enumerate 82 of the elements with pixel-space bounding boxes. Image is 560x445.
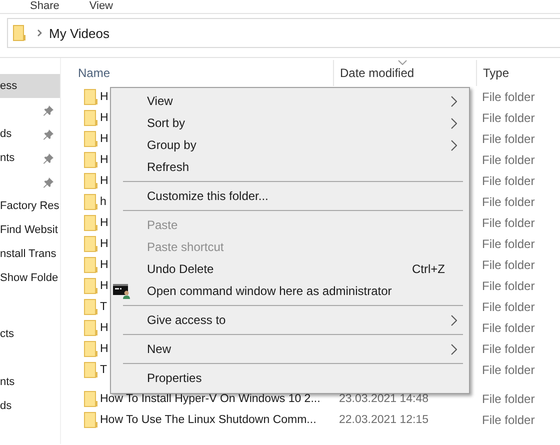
folder-icon: [84, 88, 98, 104]
type-cell: File folder: [482, 362, 535, 376]
ribbon-tab[interactable]: Share: [30, 0, 60, 13]
type-cell: File folder: [482, 110, 535, 124]
shortcut-text: Ctrl+Z: [412, 262, 445, 276]
address-bar[interactable]: My Videos: [7, 18, 560, 48]
folder-icon: [84, 152, 98, 168]
folder-icon: [84, 278, 98, 294]
type-cell: File folder: [482, 320, 535, 334]
sort-caret-icon: [398, 60, 407, 65]
folder-icon: [84, 320, 98, 336]
menu-item[interactable]: Undo Delete Ctrl+Z: [111, 258, 469, 280]
command-prompt-icon: [113, 283, 131, 299]
type-cell: File folder: [482, 216, 535, 230]
sidebar-item[interactable]: nts: [0, 146, 60, 170]
file-name[interactable]: H: [100, 280, 108, 292]
column-header[interactable]: Type: [476, 60, 510, 86]
type-cell: File folder: [482, 258, 535, 272]
file-name[interactable]: H: [100, 322, 108, 334]
sidebar-item[interactable]: nstall Trans: [0, 242, 60, 266]
file-name[interactable]: H: [100, 238, 108, 250]
type-cell: File folder: [482, 300, 535, 314]
sidebar-item[interactable]: Find Websit: [0, 218, 60, 242]
menu-item[interactable]: Properties: [111, 367, 469, 389]
sidebar-item[interactable]: cts: [0, 322, 60, 346]
type-cell: File folder: [482, 412, 535, 426]
menu-item[interactable]: New: [111, 338, 469, 360]
file-name[interactable]: How To Install Hyper-V On Windows 10 2...: [100, 392, 320, 404]
menu-item[interactable]: Sort by: [111, 112, 469, 134]
folder-icon: [84, 236, 98, 252]
folder-icon: [84, 412, 98, 428]
type-cell: File folder: [482, 342, 535, 356]
ribbon-tab[interactable]: View: [89, 0, 114, 13]
file-name[interactable]: T: [100, 300, 108, 312]
file-name[interactable]: H: [100, 216, 108, 228]
sidebar-item[interactable]: ds: [0, 122, 60, 146]
sidebar-item[interactable]: Show Folde: [0, 266, 60, 290]
file-name[interactable]: H: [100, 112, 108, 124]
file-name[interactable]: H: [100, 342, 108, 354]
folder-icon: [84, 362, 98, 378]
date-cell: 23.03.2021 14:48: [339, 392, 429, 404]
folder-icon: [84, 298, 98, 314]
file-name[interactable]: H: [100, 174, 108, 186]
file-name[interactable]: h: [100, 196, 106, 208]
folder-icon: [84, 172, 98, 188]
folder-icon: [84, 390, 98, 406]
folder-icon: [84, 110, 98, 126]
menu-item[interactable]: Give access to: [111, 309, 469, 331]
type-cell: File folder: [482, 194, 535, 208]
file-name[interactable]: H: [100, 258, 108, 270]
folder-icon: [13, 25, 26, 41]
type-cell: File folder: [482, 90, 535, 104]
file-name[interactable]: T: [100, 364, 108, 376]
menu-item[interactable]: Open command window here as administrator: [111, 280, 469, 302]
type-cell: File folder: [482, 174, 535, 188]
file-name[interactable]: H: [100, 132, 108, 144]
type-cell: File folder: [482, 236, 535, 250]
sidebar-item[interactable]: ess: [0, 74, 60, 98]
address-path: My Videos: [49, 26, 110, 40]
folder-icon: [84, 256, 98, 272]
folder-icon: [84, 130, 98, 146]
menu-item[interactable]: Refresh: [111, 156, 469, 178]
type-cell: File folder: [482, 392, 535, 406]
folder-icon: [84, 340, 98, 356]
chevron-icon: [37, 29, 43, 37]
sidebar-item[interactable]: ds: [0, 394, 60, 418]
menu-item[interactable]: Group by: [111, 134, 469, 156]
file-name[interactable]: H: [100, 154, 108, 166]
column-header[interactable]: Name: [61, 60, 333, 86]
type-cell: File folder: [482, 152, 535, 166]
folder-icon: [84, 194, 98, 210]
folder-icon: [84, 214, 98, 230]
date-cell: 22.03.2021 12:15: [339, 414, 429, 426]
sidebar-item[interactable]: nts: [0, 370, 60, 394]
sidebar-item[interactable]: Factory Res: [0, 194, 60, 218]
file-name[interactable]: H: [100, 90, 108, 102]
menu-item[interactable]: Customize this folder...: [111, 185, 469, 207]
type-cell: File folder: [482, 132, 535, 146]
file-name[interactable]: How To Use The Linux Shutdown Comm...: [100, 414, 316, 426]
type-cell: File folder: [482, 278, 535, 292]
column-header[interactable]: Date modified: [333, 60, 476, 86]
menu-item[interactable]: View: [111, 90, 469, 112]
